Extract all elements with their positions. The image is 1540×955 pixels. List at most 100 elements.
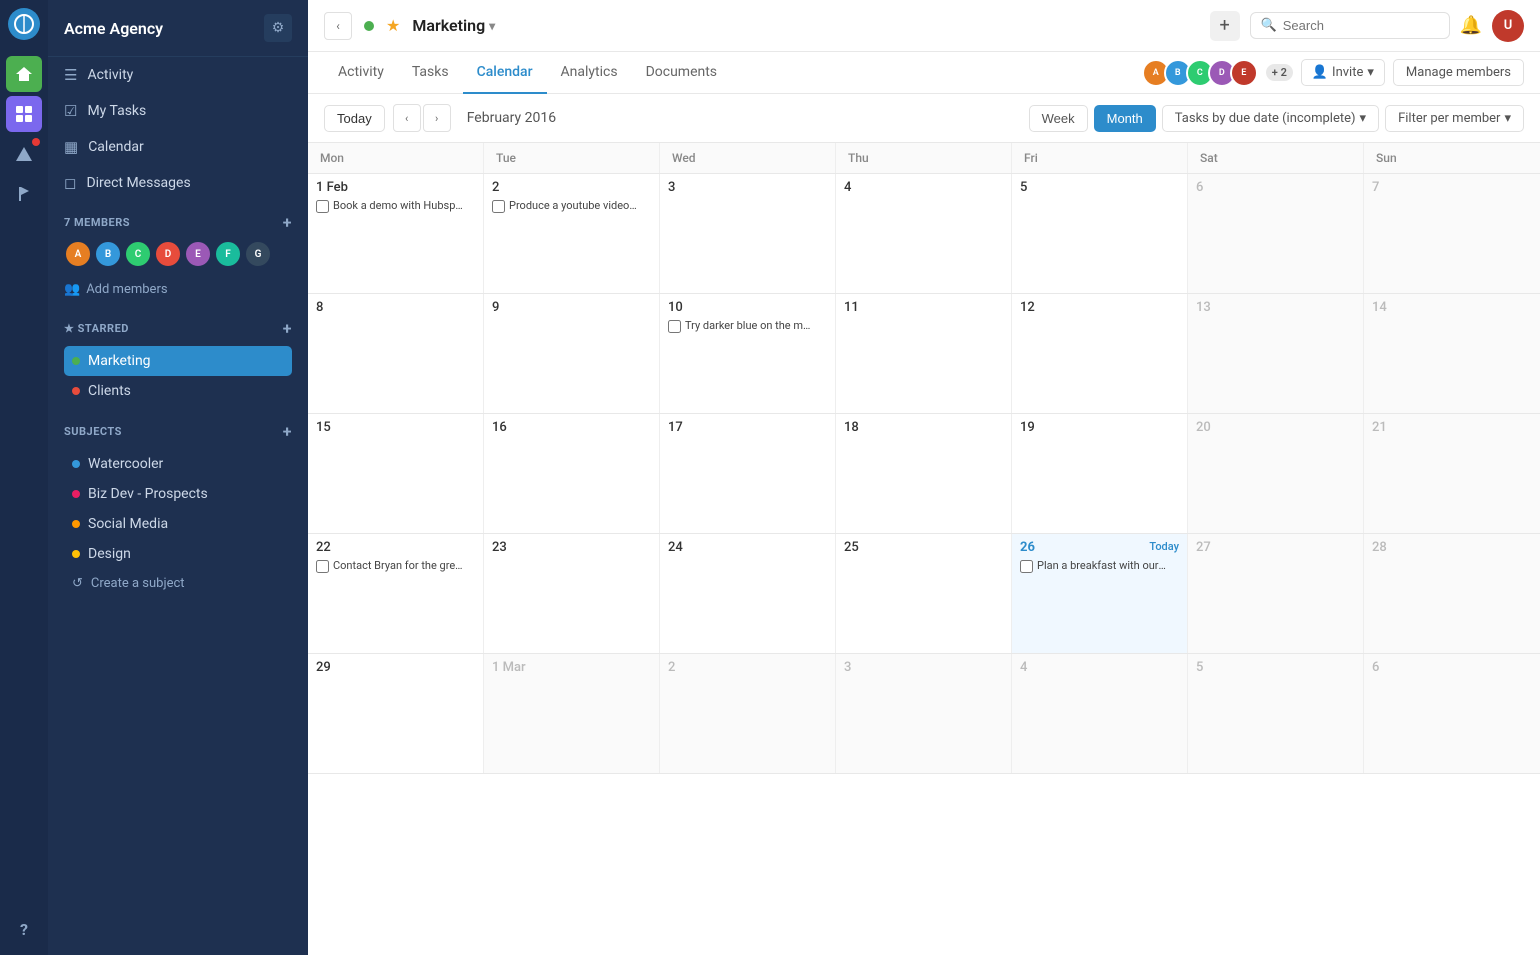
- flag-nav-icon[interactable]: [6, 176, 42, 212]
- subject-design[interactable]: Design: [64, 539, 292, 569]
- cal-cell-feb9[interactable]: 9: [484, 294, 660, 413]
- cal-cell-feb1[interactable]: 1 Feb Book a demo with Hubspot: [308, 174, 484, 293]
- cal-cell-mar3[interactable]: 3: [836, 654, 1012, 773]
- task-text-darker-blue: Try darker blue on the mobil: [685, 319, 815, 333]
- subject-watercooler[interactable]: Watercooler: [64, 449, 292, 479]
- cal-cell-mar4[interactable]: 4: [1012, 654, 1188, 773]
- task-checkbox-breakfast[interactable]: [1020, 560, 1033, 573]
- cal-cell-feb16[interactable]: 16: [484, 414, 660, 533]
- month-view-button[interactable]: Month: [1094, 105, 1156, 132]
- app-logo[interactable]: [8, 8, 40, 40]
- subject-social-media[interactable]: Social Media: [64, 509, 292, 539]
- date-feb21: 21: [1372, 420, 1532, 435]
- add-starred-icon[interactable]: +: [283, 319, 292, 338]
- tab-documents[interactable]: Documents: [632, 52, 731, 94]
- cal-cell-feb17[interactable]: 17: [660, 414, 836, 533]
- member-filter-button[interactable]: Filter per member ▾: [1385, 105, 1524, 132]
- cal-cell-feb3[interactable]: 3: [660, 174, 836, 293]
- invite-button[interactable]: 👤 Invite ▾: [1301, 59, 1385, 86]
- task-checkbox-contact-bryan[interactable]: [316, 560, 329, 573]
- member-avatar-4[interactable]: D: [154, 240, 182, 268]
- cal-cell-feb29[interactable]: 29: [308, 654, 484, 773]
- settings-button[interactable]: ⚙: [264, 14, 292, 42]
- bell-icon[interactable]: 🔔: [1460, 15, 1482, 36]
- cal-cell-feb28[interactable]: 28: [1364, 534, 1540, 653]
- member-avatar-7[interactable]: G: [244, 240, 272, 268]
- task-checkbox-hubspot[interactable]: [316, 200, 329, 213]
- task-checkbox-darker-blue[interactable]: [668, 320, 681, 333]
- task-contact-bryan[interactable]: Contact Bryan for the greeti: [316, 559, 475, 573]
- subject-bizdev[interactable]: Biz Dev - Prospects: [64, 479, 292, 509]
- project-star-icon[interactable]: ★: [386, 16, 400, 35]
- member-avatar-6[interactable]: F: [214, 240, 242, 268]
- starred-item-clients[interactable]: Clients: [64, 376, 292, 406]
- today-button[interactable]: Today: [324, 105, 385, 132]
- topbar-back-button[interactable]: ‹: [324, 12, 352, 40]
- add-task-button[interactable]: +: [1210, 11, 1240, 41]
- cal-cell-feb19[interactable]: 19: [1012, 414, 1188, 533]
- add-subject-icon[interactable]: +: [283, 422, 292, 441]
- tab-calendar[interactable]: Calendar: [463, 52, 547, 94]
- cal-cell-feb21[interactable]: 21: [1364, 414, 1540, 533]
- cal-cell-feb27[interactable]: 27: [1188, 534, 1364, 653]
- cal-cell-feb24[interactable]: 24: [660, 534, 836, 653]
- task-darker-blue[interactable]: Try darker blue on the mobil: [668, 319, 827, 333]
- sidebar-item-direct-messages[interactable]: ◻ Direct Messages: [48, 165, 308, 201]
- tab-activity[interactable]: Activity: [324, 52, 398, 94]
- starred-item-marketing[interactable]: Marketing: [64, 346, 292, 376]
- member-avatar-5[interactable]: E: [184, 240, 212, 268]
- more-members-badge[interactable]: + 2: [1266, 64, 1293, 81]
- cal-cell-feb12[interactable]: 12: [1012, 294, 1188, 413]
- create-subject-button[interactable]: ↺ Create a subject: [64, 569, 292, 598]
- prev-month-button[interactable]: ‹: [393, 104, 421, 132]
- cal-cell-mar1[interactable]: 1 Mar: [484, 654, 660, 773]
- cal-cell-mar6[interactable]: 6: [1364, 654, 1540, 773]
- week-view-button[interactable]: Week: [1029, 105, 1088, 132]
- cal-cell-feb6[interactable]: 6: [1188, 174, 1364, 293]
- triangle-nav-icon[interactable]: [6, 136, 42, 172]
- cal-cell-feb13[interactable]: 13: [1188, 294, 1364, 413]
- home-nav-icon[interactable]: [6, 56, 42, 92]
- cal-cell-feb8[interactable]: 8: [308, 294, 484, 413]
- cal-cell-feb25[interactable]: 25: [836, 534, 1012, 653]
- task-breakfast[interactable]: Plan a breakfast with our pa: [1020, 559, 1179, 573]
- cal-cell-feb5[interactable]: 5: [1012, 174, 1188, 293]
- cal-cell-feb23[interactable]: 23: [484, 534, 660, 653]
- cal-cell-mar2[interactable]: 2: [660, 654, 836, 773]
- add-members-button[interactable]: 👥 Add members: [64, 276, 292, 303]
- search-input[interactable]: [1283, 18, 1439, 33]
- grid-nav-icon[interactable]: [6, 96, 42, 132]
- next-month-button[interactable]: ›: [423, 104, 451, 132]
- cal-cell-feb14[interactable]: 14: [1364, 294, 1540, 413]
- tab-tasks[interactable]: Tasks: [398, 52, 463, 94]
- task-checkbox-youtube[interactable]: [492, 200, 505, 213]
- sidebar-item-calendar[interactable]: ▦ Calendar: [48, 129, 308, 165]
- task-youtube[interactable]: Produce a youtube video for: [492, 199, 651, 213]
- task-hubspot[interactable]: Book a demo with Hubspot: [316, 199, 475, 213]
- cal-cell-feb11[interactable]: 11: [836, 294, 1012, 413]
- cal-cell-feb10[interactable]: 10 Try darker blue on the mobil: [660, 294, 836, 413]
- manage-members-button[interactable]: Manage members: [1393, 59, 1524, 86]
- sidebar-item-activity[interactable]: ☰ Activity: [48, 57, 308, 93]
- cal-cell-mar5[interactable]: 5: [1188, 654, 1364, 773]
- cal-cell-feb15[interactable]: 15: [308, 414, 484, 533]
- cal-cell-feb22[interactable]: 22 Contact Bryan for the greeti: [308, 534, 484, 653]
- cal-cell-feb7[interactable]: 7: [1364, 174, 1540, 293]
- cal-cell-feb26[interactable]: 26 Today Plan a breakfast with our pa: [1012, 534, 1188, 653]
- tab-analytics[interactable]: Analytics: [547, 52, 632, 94]
- tasks-filter-button[interactable]: Tasks by due date (incomplete) ▾: [1162, 105, 1379, 132]
- cal-cell-feb4[interactable]: 4: [836, 174, 1012, 293]
- member-avatar-3[interactable]: C: [124, 240, 152, 268]
- watercooler-dot: [72, 460, 80, 468]
- member-avatar-1[interactable]: A: [64, 240, 92, 268]
- project-name[interactable]: Marketing ▾: [412, 16, 495, 35]
- sidebar-item-my-tasks[interactable]: ☑ My Tasks: [48, 93, 308, 129]
- cal-cell-feb20[interactable]: 20: [1188, 414, 1364, 533]
- add-member-icon[interactable]: +: [283, 213, 292, 232]
- cal-cell-feb18[interactable]: 18: [836, 414, 1012, 533]
- search-box[interactable]: 🔍: [1250, 12, 1450, 39]
- cal-cell-feb2[interactable]: 2 Produce a youtube video for: [484, 174, 660, 293]
- member-avatar-2[interactable]: B: [94, 240, 122, 268]
- user-avatar[interactable]: U: [1492, 10, 1524, 42]
- help-icon[interactable]: ?: [20, 920, 28, 939]
